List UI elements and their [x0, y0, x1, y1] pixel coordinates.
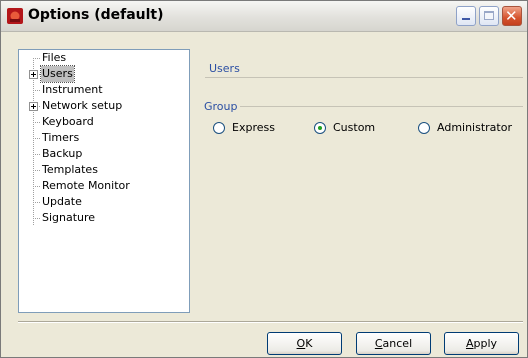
- expand-icon[interactable]: [29, 70, 38, 79]
- maximize-button[interactable]: [479, 6, 499, 26]
- cancel-button[interactable]: Cancel: [356, 332, 431, 355]
- minimize-button[interactable]: [456, 6, 476, 26]
- tree-connector: [33, 186, 40, 187]
- ok-button[interactable]: OK: [267, 332, 342, 355]
- panel-title: Users: [209, 62, 240, 75]
- tree-item-label: Signature: [42, 211, 96, 224]
- cancel-label-rest: ancel: [382, 337, 413, 350]
- panel-title-divider: [205, 77, 523, 78]
- group-divider: [239, 106, 523, 107]
- tree-connector: [33, 170, 40, 171]
- tree-connector: [33, 202, 40, 203]
- expand-icon[interactable]: [29, 102, 38, 111]
- radio-label: Administrator: [437, 121, 512, 134]
- apply-label-rest: pply: [473, 337, 498, 350]
- apply-accelerator: A: [465, 337, 474, 350]
- tree-item-label: Files: [42, 51, 67, 64]
- ok-accelerator: O: [296, 337, 306, 350]
- tree-connector: [33, 122, 40, 123]
- tree-item-label: Templates: [42, 163, 98, 176]
- tree-item-label: Users: [40, 65, 75, 83]
- minimize-icon: [462, 18, 470, 20]
- tree-item-label: Timers: [42, 131, 80, 144]
- apply-button[interactable]: Apply: [444, 332, 519, 355]
- close-icon: ✕: [505, 7, 518, 25]
- radio-selected-dot-icon: [318, 126, 322, 130]
- app-icon: [7, 8, 23, 24]
- options-tree[interactable]: Files Users Instrument Network setup Key…: [18, 49, 190, 313]
- tree-item-label: Update: [42, 195, 82, 208]
- tree-item-label: Remote Monitor: [42, 179, 130, 192]
- ok-label-rest: K: [305, 337, 313, 350]
- tree-connector: [33, 90, 40, 91]
- tree-connector-line: [33, 58, 34, 225]
- tree-item-label: Instrument: [42, 83, 103, 96]
- radio-label: Custom: [333, 121, 376, 134]
- tree-connector: [33, 138, 40, 139]
- group-label: Group: [204, 100, 240, 113]
- tree-connector: [33, 218, 40, 219]
- tree-item-label: Keyboard: [42, 115, 94, 128]
- radio-circle-icon: [314, 122, 326, 134]
- radio-label: Express: [232, 121, 275, 134]
- radio-circle-icon: [418, 122, 430, 134]
- maximize-icon: [484, 11, 494, 20]
- tree-connector: [33, 154, 40, 155]
- button-area-divider: [18, 321, 523, 323]
- close-button[interactable]: ✕: [502, 6, 522, 26]
- options-dialog: Options (default) ✕ Files Users Instrume…: [0, 0, 528, 358]
- window-title: Options (default): [28, 7, 164, 23]
- radio-circle-icon: [213, 122, 225, 134]
- tree-connector: [33, 58, 40, 59]
- title-bar[interactable]: Options (default) ✕: [1, 1, 527, 32]
- cancel-accelerator: C: [374, 337, 383, 350]
- tree-item-label: Backup: [42, 147, 83, 160]
- tree-item-label: Network setup: [42, 99, 123, 112]
